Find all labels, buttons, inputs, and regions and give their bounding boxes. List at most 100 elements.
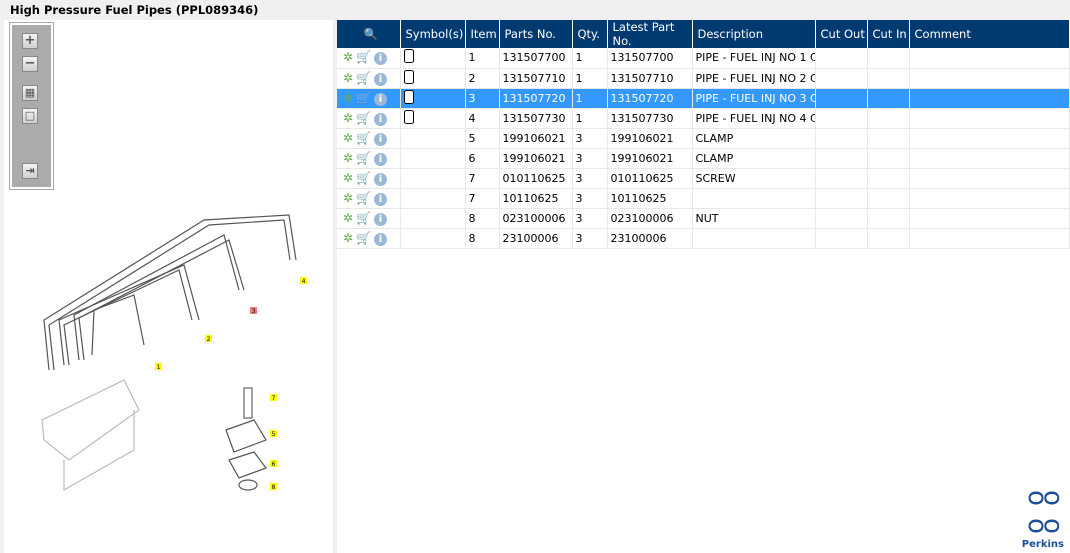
perkins-logo-text: Perkins	[1021, 539, 1064, 550]
perkins-logo-mark: ᴑᴑ ᴑᴑ	[1027, 482, 1061, 540]
comment-cell	[909, 228, 1070, 249]
callout-7[interactable]: 7	[272, 395, 276, 402]
info-icon[interactable]: i	[374, 72, 388, 86]
description-cell	[692, 188, 816, 209]
row-actions: ✲ 🛒 i	[337, 48, 401, 69]
quantity-cell: 1	[572, 48, 608, 69]
cut-in-cell	[867, 128, 910, 149]
column-header[interactable]: Parts No.	[499, 20, 573, 48]
part-number-cell: 131507720	[499, 88, 573, 109]
cylinder-symbol-icon	[403, 69, 414, 84]
info-icon[interactable]: i	[374, 192, 388, 206]
description-cell: PIPE - FUEL INJ NO 3 CY	[692, 88, 816, 109]
part-number-cell: 131507730	[499, 108, 573, 129]
cart-icon[interactable]: 🛒	[356, 131, 371, 145]
table-row[interactable]: ✲ 🛒 i 8 023100006 3 023100006 NUT	[337, 208, 1070, 229]
table-row[interactable]: ✲ 🛒 i 7 10110625 3 10110625	[337, 188, 1070, 209]
info-icon[interactable]: i	[374, 92, 388, 106]
gear-icon[interactable]: ✲	[343, 151, 353, 165]
table-row[interactable]: ✲ 🛒 i 4 131507730 1 131507730 PIPE - FUEL …	[337, 108, 1070, 129]
info-icon[interactable]: i	[374, 152, 388, 166]
actual-size-button[interactable]: □	[22, 108, 38, 124]
symbol-cell	[400, 108, 466, 129]
quantity-cell: 1	[572, 88, 608, 109]
export-button[interactable]: ⇥	[22, 163, 38, 179]
cart-icon[interactable]: 🛒	[356, 231, 371, 245]
table-row[interactable]: ✲ 🛒 i 6 199106021 3 199106021 CLAMP	[337, 148, 1070, 169]
table-row[interactable]: ✲ 🛒 i 3 131507720 1 131507720 PIPE - FUEL …	[337, 88, 1070, 109]
cut-out-cell	[815, 188, 868, 209]
info-icon[interactable]: i	[374, 112, 388, 126]
cut-in-cell	[867, 208, 910, 229]
search-column-header[interactable]: 🔍	[337, 20, 401, 48]
info-icon[interactable]: i	[374, 172, 388, 186]
column-header[interactable]: Cut Out	[815, 20, 868, 48]
table-row[interactable]: ✲ 🛒 i 1 131507700 1 131507700 PIPE - FUEL …	[337, 48, 1070, 69]
quantity-cell: 3	[572, 228, 608, 249]
zoom-out-button[interactable]: −	[22, 56, 38, 72]
table-row[interactable]: ✲ 🛒 i 7 010110625 3 010110625 SCREW	[337, 168, 1070, 189]
callout-1[interactable]: 1	[157, 364, 161, 371]
search-icon[interactable]: 🔍	[364, 27, 378, 41]
column-header[interactable]: Item	[465, 20, 500, 48]
callout-8[interactable]: 8	[272, 484, 276, 491]
table-row[interactable]: ✲ 🛒 i 8 23100006 3 23100006	[337, 228, 1070, 249]
callout-5[interactable]: 5	[272, 431, 276, 438]
part-number-cell: 010110625	[499, 168, 573, 189]
cut-out-cell	[815, 148, 868, 169]
parts-table: 🔍 Symbol(s) Item Parts No. Qty. Latest Part N…	[337, 20, 1070, 249]
column-header[interactable]: Qty.	[572, 20, 608, 48]
info-icon[interactable]: i	[374, 232, 388, 246]
column-header[interactable]: Cut In	[867, 20, 910, 48]
callout-2[interactable]: 2	[207, 336, 211, 343]
callout-3[interactable]: 3	[252, 308, 256, 315]
latest-part-cell: 010110625	[607, 168, 693, 189]
gear-icon[interactable]: ✲	[343, 111, 353, 125]
gear-icon[interactable]: ✲	[343, 71, 353, 85]
cut-out-cell	[815, 88, 868, 109]
cart-icon[interactable]: 🛒	[356, 91, 371, 105]
quantity-cell: 3	[572, 148, 608, 169]
symbol-cell	[400, 128, 466, 149]
info-icon[interactable]: i	[374, 132, 388, 146]
callout-4[interactable]: 4	[302, 278, 306, 285]
cart-icon[interactable]: 🛒	[356, 151, 371, 165]
latest-part-cell: 10110625	[607, 188, 693, 209]
column-header[interactable]: Comment	[909, 20, 1070, 48]
cart-icon[interactable]: 🛒	[356, 71, 371, 85]
row-actions: ✲ 🛒 i	[337, 208, 401, 229]
parts-table-panel: 🔍 Symbol(s) Item Parts No. Qty. Latest Part N…	[337, 20, 1070, 553]
cart-icon[interactable]: 🛒	[356, 50, 371, 64]
column-header[interactable]: Description	[692, 20, 816, 48]
row-actions: ✲ 🛒 i	[337, 148, 401, 169]
row-actions: ✲ 🛒 i	[337, 88, 401, 109]
item-cell: 6	[465, 148, 500, 169]
row-actions: ✲ 🛒 i	[337, 108, 401, 129]
gear-icon[interactable]: ✲	[343, 211, 353, 225]
item-cell: 7	[465, 168, 500, 189]
info-icon[interactable]: i	[374, 52, 388, 66]
callout-6[interactable]: 6	[272, 461, 276, 468]
cylinder-symbol-icon	[403, 89, 414, 104]
fit-view-button[interactable]: ▦	[22, 85, 38, 101]
gear-icon[interactable]: ✲	[343, 91, 353, 105]
column-header[interactable]: Latest Part No.	[607, 20, 693, 48]
table-row[interactable]: ✲ 🛒 i 2 131507710 1 131507710 PIPE - FUEL …	[337, 68, 1070, 89]
zoom-in-button[interactable]: +	[22, 33, 38, 49]
info-icon[interactable]: i	[374, 212, 388, 226]
gear-icon[interactable]: ✲	[343, 191, 353, 205]
gear-icon[interactable]: ✲	[343, 131, 353, 145]
cut-in-cell	[867, 148, 910, 169]
row-actions: ✲ 🛒 i	[337, 68, 401, 89]
gear-icon[interactable]: ✲	[343, 171, 353, 185]
column-header[interactable]: Symbol(s)	[400, 20, 466, 48]
gear-icon[interactable]: ✲	[343, 50, 353, 64]
cart-icon[interactable]: 🛒	[356, 171, 371, 185]
cylinder-symbol-icon	[403, 109, 414, 124]
cart-icon[interactable]: 🛒	[356, 211, 371, 225]
cart-icon[interactable]: 🛒	[356, 191, 371, 205]
gear-icon[interactable]: ✲	[343, 231, 353, 245]
table-row[interactable]: ✲ 🛒 i 5 199106021 3 199106021 CLAMP	[337, 128, 1070, 149]
cart-icon[interactable]: 🛒	[356, 111, 371, 125]
part-number-cell: 199106021	[499, 128, 573, 149]
